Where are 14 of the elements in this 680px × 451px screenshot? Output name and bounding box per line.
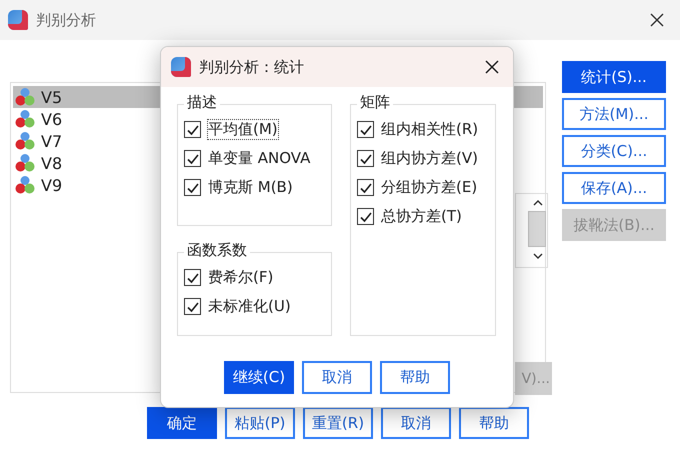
checkbox-label: 博克斯 M(B) <box>207 177 294 198</box>
dialog-title: 判别分析：统计 <box>199 58 304 76</box>
checkbox-label: 总协方差(T) <box>380 206 463 227</box>
checkbox-label: 费希尔(F) <box>207 267 274 288</box>
checkbox-label: 单变量 ANOVA <box>207 148 312 169</box>
group-title: 矩阵 <box>357 93 393 112</box>
checkbox-label: 组内协方差(V) <box>380 148 479 169</box>
checkbox-label: 组内相关性(R) <box>380 119 480 140</box>
window-title: 判别分析 <box>36 10 96 30</box>
checkbox-label: 未标准化(U) <box>207 296 292 317</box>
checkbox-label: 平均值(M) <box>207 119 279 140</box>
checkbox-label: 分组协方差(E) <box>380 177 478 198</box>
group-title: 函数系数 <box>184 241 250 260</box>
group-title: 描述 <box>184 93 220 112</box>
